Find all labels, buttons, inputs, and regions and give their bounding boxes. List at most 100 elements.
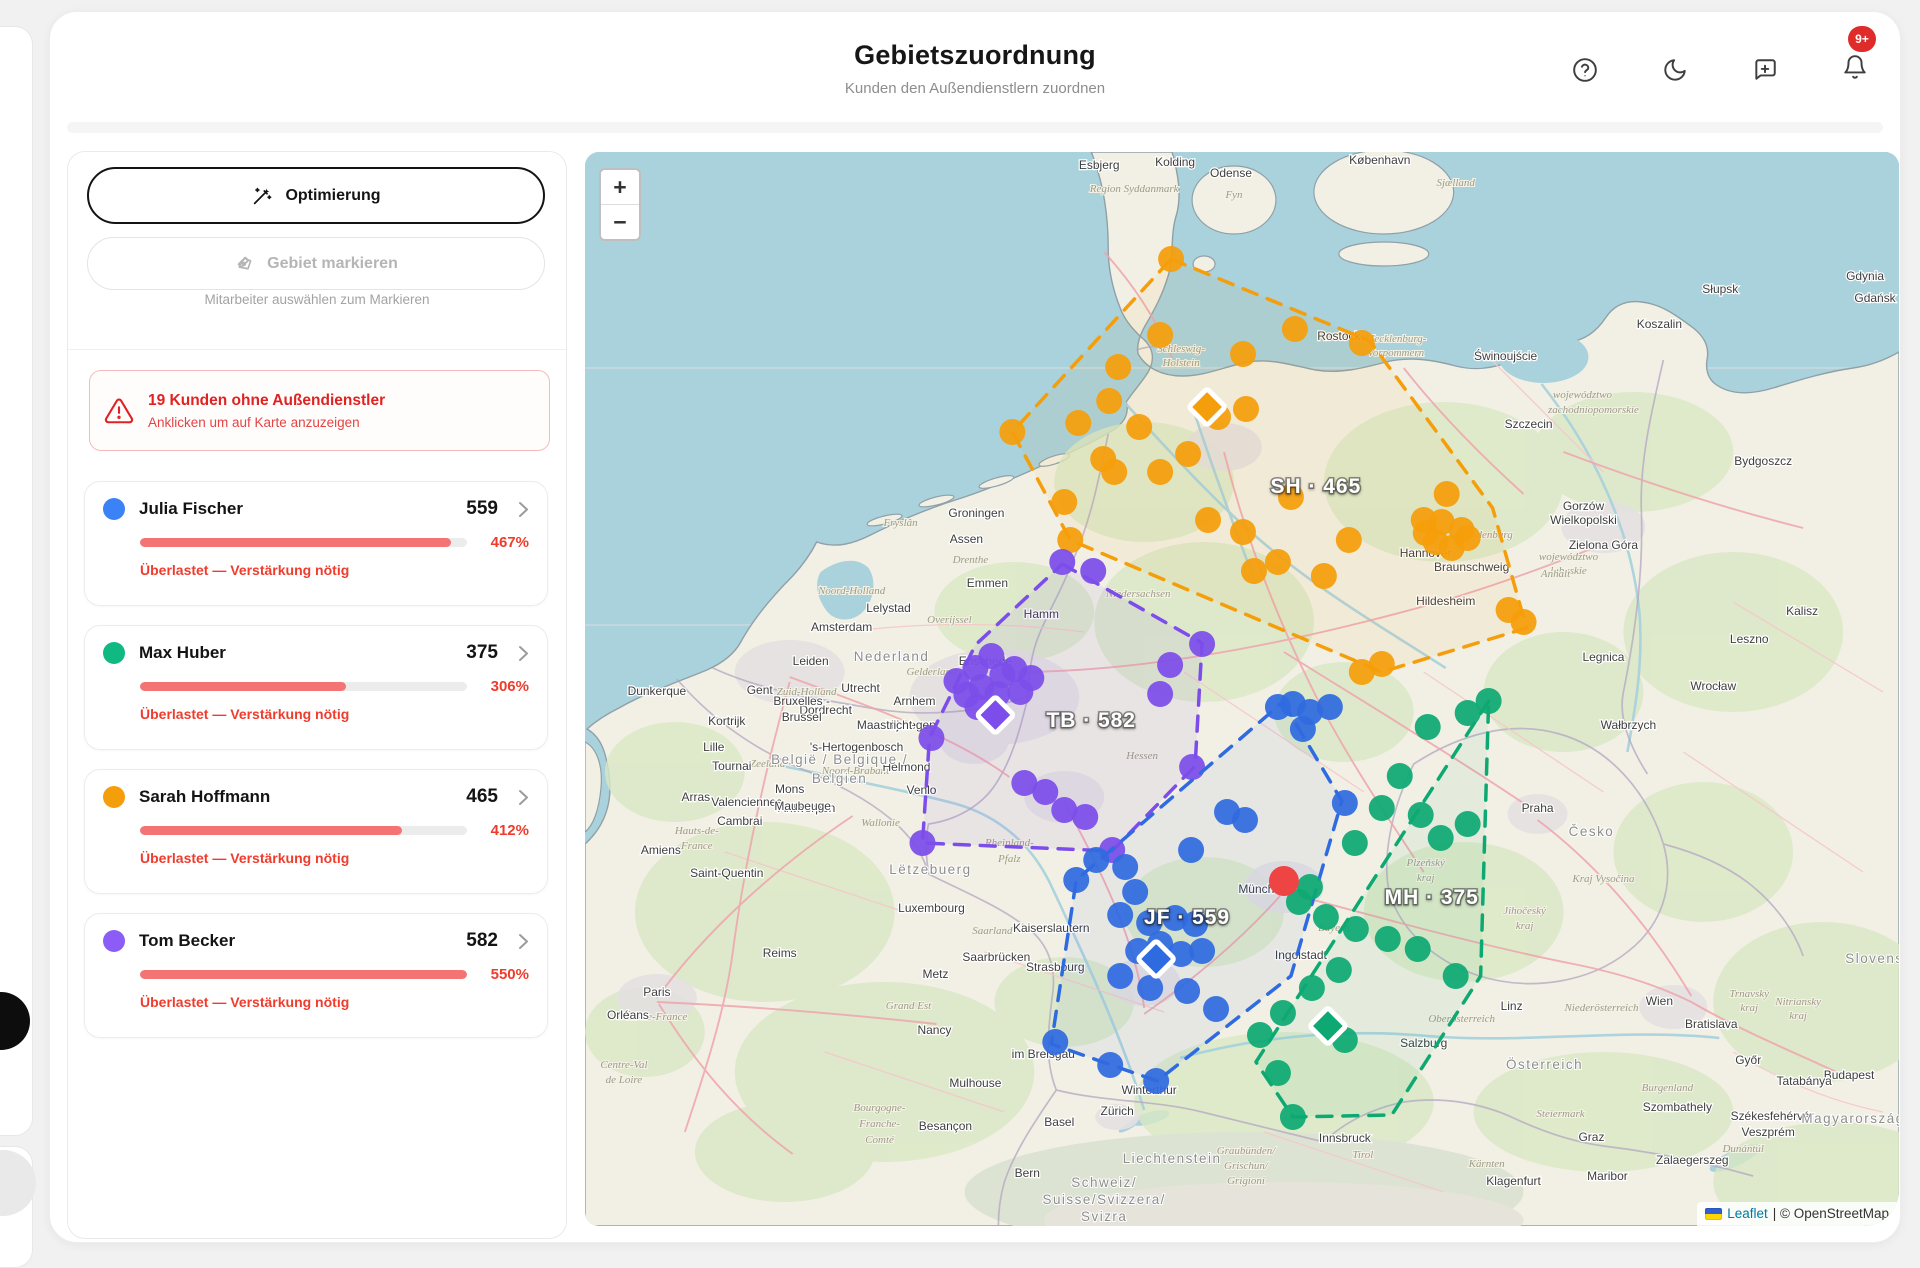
customer-dot[interactable] (1375, 926, 1401, 952)
customer-dot[interactable] (1107, 963, 1133, 989)
customer-dot[interactable] (1290, 716, 1316, 742)
customer-dot[interactable] (1203, 996, 1229, 1022)
sidebar: Optimierung Gebiet markieren Mitarbeiter… (67, 151, 567, 1239)
dark-mode-moon-icon[interactable] (1662, 57, 1688, 83)
customer-dot[interactable] (1265, 549, 1291, 575)
notification-badge[interactable]: 9+ (1848, 26, 1876, 52)
customer-dot[interactable] (1147, 681, 1173, 707)
customer-dot[interactable] (1443, 963, 1469, 989)
map-place-label: Svizra (1081, 1209, 1127, 1224)
leaflet-link[interactable]: Leaflet (1727, 1206, 1768, 1221)
customer-dot[interactable] (1247, 1022, 1273, 1048)
customer-dot[interactable] (1189, 631, 1215, 657)
agent-card[interactable]: Sarah Hoffmann465412%Überlastet — Verstä… (84, 769, 548, 894)
customer-dot[interactable] (1143, 1068, 1169, 1094)
feedback-icon[interactable] (1752, 57, 1778, 83)
customer-dot[interactable] (1080, 558, 1106, 584)
customer-dot[interactable] (1107, 902, 1133, 928)
zoom-out-button[interactable]: − (601, 205, 639, 239)
chevron-right-icon[interactable] (518, 933, 529, 950)
customer-dot[interactable] (1313, 904, 1339, 930)
customer-dot[interactable] (1042, 1029, 1068, 1055)
customer-dot[interactable] (1415, 714, 1441, 740)
customer-dot[interactable] (1096, 388, 1122, 414)
customer-dot[interactable] (1051, 489, 1077, 515)
customer-dot[interactable] (1126, 414, 1152, 440)
customer-dot[interactable] (910, 830, 936, 856)
customer-dot[interactable] (1455, 811, 1481, 837)
customer-dot[interactable] (1174, 978, 1200, 1004)
customer-dot[interactable] (1049, 549, 1075, 575)
customer-dot[interactable] (1299, 975, 1325, 1001)
customer-dot[interactable] (1270, 1000, 1296, 1026)
customer-dot[interactable] (1332, 790, 1358, 816)
customer-dot[interactable] (1230, 519, 1256, 545)
customer-dot[interactable] (1189, 938, 1215, 964)
customer-dot[interactable] (1175, 441, 1201, 467)
customer-dot[interactable] (1311, 563, 1337, 589)
customer-dot[interactable] (1265, 1060, 1291, 1086)
customer-dot[interactable] (1178, 837, 1204, 863)
mark-territory-button[interactable]: Gebiet markieren (87, 237, 545, 290)
customer-dot[interactable] (1065, 410, 1091, 436)
customer-dot[interactable] (1230, 341, 1256, 367)
customer-dot[interactable] (1369, 795, 1395, 821)
chevron-right-icon[interactable] (518, 501, 529, 518)
customer-dot[interactable] (1349, 659, 1375, 685)
customer-dot[interactable] (1122, 879, 1148, 905)
chevron-right-icon[interactable] (518, 789, 529, 806)
customer-dot[interactable] (1434, 481, 1460, 507)
unassigned-warning[interactable]: 19 Kunden ohne Außendienstler Anklicken … (89, 370, 550, 451)
customer-dot[interactable] (1405, 936, 1431, 962)
zoom-in-button[interactable]: + (601, 170, 639, 205)
customer-dot[interactable] (999, 419, 1025, 445)
optimize-button[interactable]: Optimierung (87, 167, 545, 224)
bell-icon[interactable] (1842, 54, 1868, 80)
agent-card[interactable]: Tom Becker582550%Überlastet — Verstärkun… (84, 913, 548, 1038)
customer-dot[interactable] (1511, 609, 1537, 635)
customer-dot[interactable] (1326, 957, 1352, 983)
customer-dot[interactable] (1147, 322, 1173, 348)
customer-dot[interactable] (1232, 807, 1258, 833)
customer-dot[interactable] (1063, 867, 1089, 893)
customer-dot[interactable] (1343, 916, 1369, 942)
chevron-right-icon[interactable] (518, 645, 529, 662)
agent-card[interactable]: Max Huber375306%Überlastet — Verstärkung… (84, 625, 548, 750)
customer-dot[interactable] (1137, 975, 1163, 1001)
customer-dot[interactable] (1157, 652, 1183, 678)
help-icon[interactable] (1572, 57, 1598, 83)
customer-dot[interactable] (1387, 763, 1413, 789)
customer-dot[interactable] (1101, 459, 1127, 485)
map-place-label: Nancy (917, 1023, 951, 1037)
customer-dot[interactable] (1083, 847, 1109, 873)
unassigned-customer-dot[interactable] (1269, 866, 1299, 896)
customer-dot[interactable] (1195, 507, 1221, 533)
customer-dot[interactable] (1158, 246, 1184, 272)
customer-dot[interactable] (1147, 459, 1173, 485)
agent-card[interactable]: Julia Fischer559467%Überlastet — Verstär… (84, 481, 548, 606)
customer-dot[interactable] (1408, 802, 1434, 828)
customer-dot[interactable] (1349, 330, 1375, 356)
customer-dot[interactable] (918, 725, 944, 751)
customer-dot[interactable] (1097, 1052, 1123, 1078)
map-place-label: Saarland (972, 925, 1013, 937)
customer-dot[interactable] (1342, 830, 1368, 856)
customer-dot[interactable] (1317, 694, 1343, 720)
customer-dot[interactable] (1455, 700, 1481, 726)
customer-dot[interactable] (1007, 679, 1033, 705)
customer-dot[interactable] (1241, 558, 1267, 584)
customer-dot[interactable] (1072, 804, 1098, 830)
customer-dot[interactable] (1280, 1104, 1306, 1130)
map-place-label: Kolding (1155, 155, 1195, 169)
agent-status: Überlastet — Verstärkung nötig (140, 994, 529, 1010)
customer-dot[interactable] (1112, 854, 1138, 880)
customer-dot[interactable] (1336, 527, 1362, 553)
customer-dot[interactable] (1428, 825, 1454, 851)
customer-dot[interactable] (1282, 316, 1308, 342)
customer-dot[interactable] (1032, 779, 1058, 805)
customer-dot[interactable] (1455, 525, 1481, 551)
customer-dot[interactable] (1411, 507, 1437, 533)
map[interactable]: EsbjergKoldingOdenseRegion SyddanmarkFyn… (585, 152, 1899, 1226)
customer-dot[interactable] (1233, 396, 1259, 422)
customer-dot[interactable] (1105, 354, 1131, 380)
